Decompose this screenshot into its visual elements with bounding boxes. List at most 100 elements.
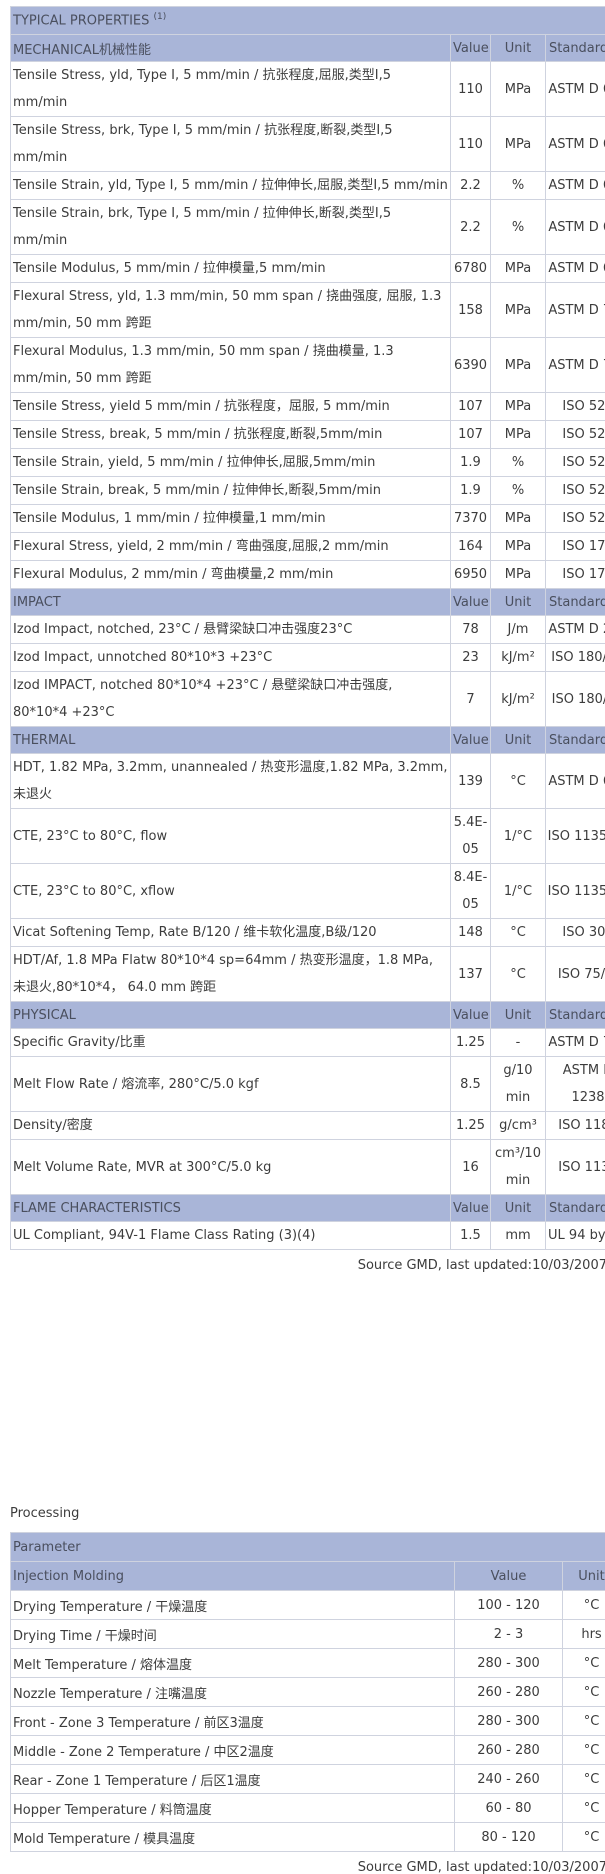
processing-value: 2 - 3 bbox=[454, 1619, 563, 1649]
property-row: Tensile Stress, yield 5 mm/min / 抗张程度，屈服… bbox=[10, 392, 605, 421]
property-row: HDT/Af, 1.8 MPa Flatw 80*10*4 sp=64mm / … bbox=[10, 946, 605, 1002]
property-unit: MPa bbox=[490, 116, 546, 172]
property-value: 158 bbox=[450, 282, 491, 338]
processing-parameter: Hopper Temperature / 料筒温度 bbox=[10, 1793, 455, 1823]
property-unit: °C bbox=[490, 918, 546, 947]
property-standard: ISO 178 bbox=[544, 532, 605, 561]
property-unit: MPa bbox=[490, 392, 546, 421]
processing-row: Nozzle Temperature / 注嘴温度 260 - 280 °C bbox=[10, 1677, 605, 1707]
property-unit: MPa bbox=[490, 532, 546, 561]
property-standard: ISO 180/1A bbox=[544, 671, 605, 727]
property-standard: ASTM D 638 bbox=[544, 254, 605, 283]
property-unit: 1/°C bbox=[490, 808, 546, 864]
property-standard: ASTM D 638 bbox=[544, 61, 605, 117]
property-description: Tensile Strain, break, 5 mm/min / 拉伸伸长,断… bbox=[10, 476, 451, 505]
processing-row: Drying Time / 干燥时间 2 - 3 hrs bbox=[10, 1619, 605, 1649]
property-unit: % bbox=[490, 171, 546, 200]
processing-parameter: Front - Zone 3 Temperature / 前区3温度 bbox=[10, 1706, 455, 1736]
processing-value: 260 - 280 bbox=[454, 1677, 563, 1707]
unit-header: Unit bbox=[490, 34, 546, 62]
property-description: Flexural Stress, yield, 2 mm/min / 弯曲强度,… bbox=[10, 532, 451, 561]
processing-value: 80 - 120 bbox=[454, 1822, 563, 1852]
processing-row: Mold Temperature / 模具温度 80 - 120 °C bbox=[10, 1822, 605, 1852]
property-standard: ASTM D 648 bbox=[544, 753, 605, 809]
property-description: Izod IMPACT, notched 80*10*4 +23°C / 悬壁梁… bbox=[10, 671, 451, 727]
processing-unit: °C bbox=[561, 1793, 605, 1823]
property-value: 107 bbox=[450, 392, 491, 421]
property-value: 16 bbox=[450, 1139, 491, 1195]
property-standard: ASTM D 638 bbox=[544, 199, 605, 255]
property-description: Flexural Modulus, 2 mm/min / 弯曲模量,2 mm/m… bbox=[10, 560, 451, 589]
property-description: Flexural Modulus, 1.3 mm/min, 50 mm span… bbox=[10, 337, 451, 393]
processing-unit: °C bbox=[561, 1648, 605, 1678]
injection-molding-header: Injection Molding Value Unit bbox=[10, 1561, 605, 1591]
property-description: Flexural Stress, yld, 1.3 mm/min, 50 mm … bbox=[10, 282, 451, 338]
section-header: FLAME CHARACTERISTICS Value Unit Standard bbox=[10, 1194, 605, 1222]
processing-unit: °C bbox=[561, 1677, 605, 1707]
property-row: Flexural Stress, yld, 1.3 mm/min, 50 mm … bbox=[10, 282, 605, 338]
processing-row: Melt Temperature / 熔体温度 280 - 300 °C bbox=[10, 1648, 605, 1678]
property-value: 110 bbox=[450, 61, 491, 117]
processing-parameter: Drying Temperature / 干燥温度 bbox=[10, 1590, 455, 1620]
processing-value: 100 - 120 bbox=[454, 1590, 563, 1620]
property-unit: % bbox=[490, 199, 546, 255]
property-standard: ASTM D 1238 bbox=[544, 1056, 605, 1112]
value-header: Value bbox=[450, 726, 491, 754]
standard-header: Standard bbox=[544, 34, 605, 62]
property-row: Izod IMPACT, notched 80*10*4 +23°C / 悬壁梁… bbox=[10, 671, 605, 727]
properties-source-note: Source GMD, last updated:10/03/2007 bbox=[357, 1258, 605, 1273]
value-header: Value bbox=[454, 1561, 563, 1591]
property-standard: ASTM D 792 bbox=[544, 1028, 605, 1057]
processing-unit: °C bbox=[561, 1822, 605, 1852]
property-description: Tensile Modulus, 5 mm/min / 拉伸模量,5 mm/mi… bbox=[10, 254, 451, 283]
processing-value: 280 - 300 bbox=[454, 1706, 563, 1736]
unit-header: Unit bbox=[490, 1194, 546, 1222]
property-unit: °C bbox=[490, 946, 546, 1002]
section-header: IMPACT Value Unit Standard bbox=[10, 588, 605, 616]
processing-parameter: Mold Temperature / 模具温度 bbox=[10, 1822, 455, 1852]
property-description: Melt Flow Rate / 熔流率, 280°C/5.0 kgf bbox=[10, 1056, 451, 1112]
property-unit: MPa bbox=[490, 560, 546, 589]
property-unit: MPa bbox=[490, 61, 546, 117]
property-value: 7370 bbox=[450, 504, 491, 533]
processing-row: Hopper Temperature / 料筒温度 60 - 80 °C bbox=[10, 1793, 605, 1823]
property-value: 148 bbox=[450, 918, 491, 947]
property-row: HDT, 1.82 MPa, 3.2mm, unannealed / 热变形温度… bbox=[10, 753, 605, 809]
injection-molding-label: Injection Molding bbox=[10, 1561, 455, 1591]
property-row: Tensile Modulus, 5 mm/min / 拉伸模量,5 mm/mi… bbox=[10, 254, 605, 283]
property-unit: % bbox=[490, 448, 546, 477]
property-description: Tensile Modulus, 1 mm/min / 拉伸模量,1 mm/mi… bbox=[10, 504, 451, 533]
processing-value: 260 - 280 bbox=[454, 1735, 563, 1765]
property-row: Tensile Stress, break, 5 mm/min / 抗张程度,断… bbox=[10, 420, 605, 449]
property-value: 2.2 bbox=[450, 199, 491, 255]
property-value: 110 bbox=[450, 116, 491, 172]
section-header: PHYSICAL Value Unit Standard bbox=[10, 1001, 605, 1029]
property-description: Density/密度 bbox=[10, 1111, 451, 1140]
unit-header: Unit bbox=[490, 726, 546, 754]
property-value: 1.25 bbox=[450, 1111, 491, 1140]
property-value: 6780 bbox=[450, 254, 491, 283]
typical-properties-title: TYPICAL PROPERTIES bbox=[13, 13, 150, 29]
property-standard: ISO 75/Af bbox=[544, 946, 605, 1002]
property-standard: ISO 180/1U bbox=[544, 643, 605, 672]
property-description: Tensile Stress, break, 5 mm/min / 抗张程度,断… bbox=[10, 420, 451, 449]
property-description: Melt Volume Rate, MVR at 300°C/5.0 kg bbox=[10, 1139, 451, 1195]
property-value: 6950 bbox=[450, 560, 491, 589]
standard-header: Standard bbox=[544, 726, 605, 754]
property-value: 78 bbox=[450, 615, 491, 644]
unit-header: Unit bbox=[490, 1001, 546, 1029]
property-unit: % bbox=[490, 476, 546, 505]
property-description: Tensile Strain, yld, Type I, 5 mm/min / … bbox=[10, 171, 451, 200]
processing-value: 60 - 80 bbox=[454, 1793, 563, 1823]
property-unit: - bbox=[490, 1028, 546, 1057]
processing-parameter: Melt Temperature / 熔体温度 bbox=[10, 1648, 455, 1678]
property-row: Tensile Stress, brk, Type I, 5 mm/min / … bbox=[10, 116, 605, 172]
property-row: Tensile Modulus, 1 mm/min / 拉伸模量,1 mm/mi… bbox=[10, 504, 605, 533]
property-value: 8.4E-05 bbox=[450, 863, 491, 919]
property-row: Tensile Stress, yld, Type I, 5 mm/min / … bbox=[10, 61, 605, 117]
property-standard: UL 94 by GE bbox=[544, 1221, 605, 1250]
section-title: THERMAL bbox=[10, 726, 451, 754]
property-value: 7 bbox=[450, 671, 491, 727]
processing-unit: hrs bbox=[561, 1619, 605, 1649]
property-row: Tensile Strain, yield, 5 mm/min / 拉伸伸长,屈… bbox=[10, 448, 605, 477]
